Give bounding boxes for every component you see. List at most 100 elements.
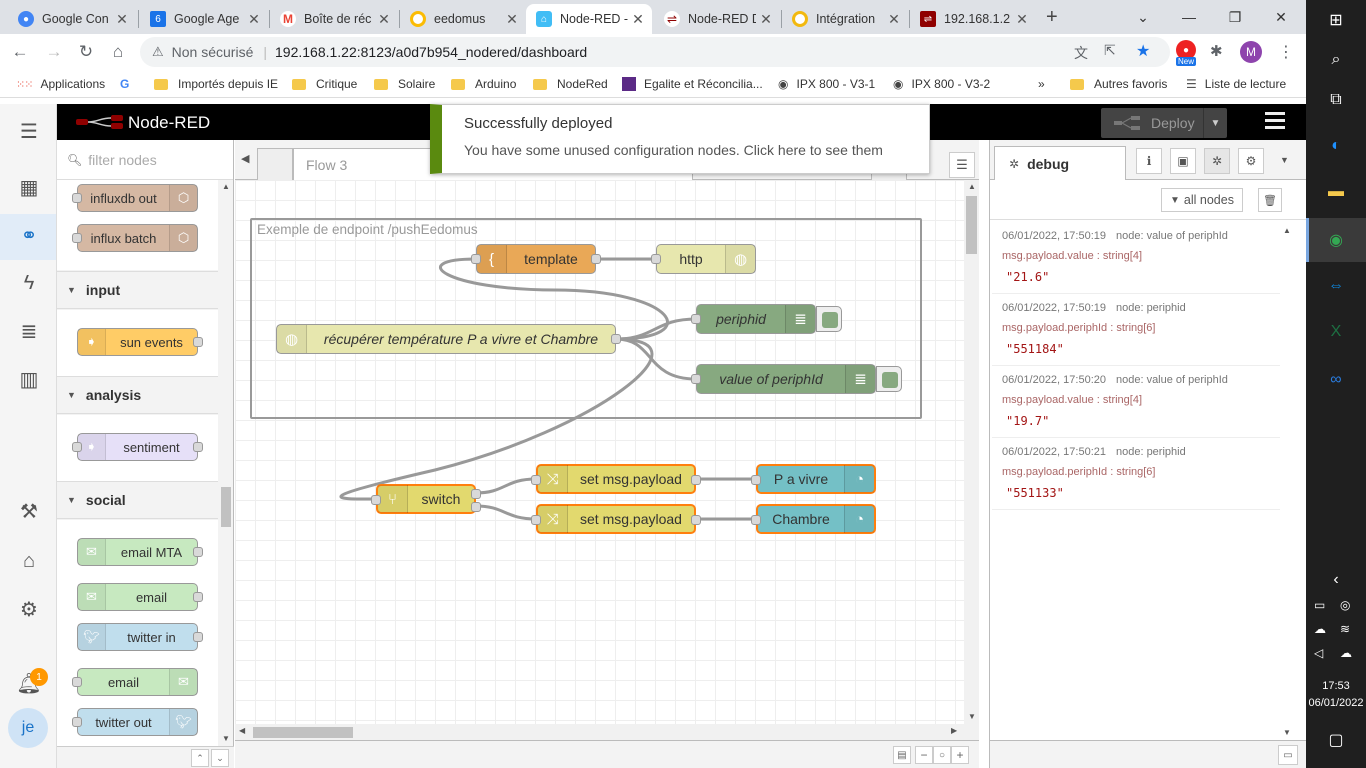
back-icon[interactable]: ←: [8, 40, 32, 64]
close-tab-icon[interactable]: ✕: [374, 11, 394, 28]
palette-scrollbar[interactable]: ▲ ▼: [218, 180, 233, 746]
palette-node-twitter-in[interactable]: 🐦︎ twitter in: [77, 623, 203, 651]
battery-icon[interactable]: ▭: [1314, 598, 1325, 612]
scroll-tabs-left-icon[interactable]: ◀: [241, 152, 249, 165]
history-chart-icon[interactable]: ▥: [16, 366, 42, 392]
sidebar-menu-caret-icon[interactable]: ▼: [1280, 155, 1289, 165]
node-gauge-pavivre[interactable]: P a vivre ◔: [751, 464, 876, 494]
energy-bolt-icon[interactable]: ϟ: [16, 270, 42, 296]
canvas-vertical-scrollbar[interactable]: ▲ ▼: [964, 180, 979, 724]
google-icon[interactable]: G: [120, 76, 129, 92]
camera-icon[interactable]: ◎: [1340, 598, 1350, 612]
supervisor-icon[interactable]: ⌂: [16, 548, 42, 574]
bookmark-apps[interactable]: ⁙⁙ Applications: [16, 76, 105, 92]
settings-gear-icon[interactable]: ⚙: [16, 596, 42, 622]
clock-date[interactable]: 06/01/2022: [1306, 697, 1366, 709]
palette-node-email-in[interactable]: ✉ email: [77, 583, 203, 611]
wifi-icon[interactable]: ≋: [1340, 622, 1350, 636]
new-tab-button[interactable]: +: [1046, 6, 1058, 29]
clear-trash-icon[interactable]: 🗑︎: [1258, 188, 1282, 212]
bookmark-folder[interactable]: Solaire: [374, 76, 435, 92]
browser-tab[interactable]: eedomus ✕: [400, 4, 526, 34]
category-input[interactable]: ▼ input: [57, 271, 218, 309]
zoom-reset-icon[interactable]: ○: [933, 746, 951, 764]
clock-time[interactable]: 17:53: [1306, 680, 1366, 692]
map-icon[interactable]: ▤: [893, 746, 911, 764]
node-switch[interactable]: ⑂ switch: [371, 484, 481, 514]
close-tab-icon[interactable]: ✕: [884, 11, 904, 28]
scroll-up-icon[interactable]: ▲: [222, 182, 230, 191]
info-icon[interactable]: ℹ: [1136, 148, 1162, 174]
expand-all-icon[interactable]: ⌄: [211, 749, 229, 767]
palette-scroll-thumb[interactable]: [221, 487, 231, 527]
restore-icon[interactable]: ❐: [1212, 0, 1258, 34]
node-gauge-chambre[interactable]: Chambre ◔: [751, 504, 876, 534]
debug-bug-icon[interactable]: ✲: [1204, 148, 1230, 174]
debug-message[interactable]: 06/01/2022, 17:50:20 node: value of perip…: [992, 366, 1280, 438]
user-avatar[interactable]: je: [8, 708, 48, 748]
tab-debug[interactable]: ✲ debug: [994, 146, 1126, 180]
extensions-puzzle-icon[interactable]: ✱: [1210, 42, 1223, 60]
search-icon[interactable]: ⌕: [1324, 48, 1348, 72]
file-explorer-icon[interactable]: ▬: [1324, 180, 1348, 204]
browser-tab[interactable]: ⇌ Node-RED D ✕: [654, 4, 780, 34]
close-window-icon[interactable]: ✕: [1258, 0, 1304, 34]
workspace-tab[interactable]: [257, 148, 293, 180]
reload-icon[interactable]: ↻: [74, 40, 98, 64]
bookmark-folder[interactable]: NodeRed: [533, 76, 608, 92]
tab-search-icon[interactable]: ⌄: [1120, 0, 1166, 34]
node-template[interactable]: { template: [471, 244, 601, 274]
browser-tab[interactable]: M Boîte de réc ✕: [270, 4, 398, 34]
node-debug-value[interactable]: value of periphId ≣: [691, 364, 876, 394]
deploy-options-caret[interactable]: ▼: [1203, 108, 1227, 138]
palette-node-email-out[interactable]: email ✉: [72, 668, 198, 696]
share-icon[interactable]: ⇱: [1104, 42, 1116, 59]
browser-tab[interactable]: Intégration ✕: [782, 4, 908, 34]
canvas-horizontal-scrollbar[interactable]: ◀ ▶: [235, 724, 979, 740]
developer-tools-icon[interactable]: ⚒: [16, 498, 42, 524]
close-tab-icon[interactable]: ✕: [244, 11, 264, 28]
palette-node-influxdb-out[interactable]: influxdb out ⬡: [72, 184, 198, 212]
browser-tab[interactable]: ● Google Con ✕: [8, 4, 136, 34]
bookmark-link[interactable]: ◉ IPX 800 - V3-2: [893, 76, 990, 92]
excel-icon[interactable]: X: [1324, 320, 1348, 344]
edge-icon[interactable]: ◐: [1324, 134, 1348, 158]
palette-node-influx-batch[interactable]: influx batch ⬡: [72, 224, 198, 252]
chrome-menu-icon[interactable]: ⋮: [1278, 42, 1294, 62]
minimize-icon[interactable]: —: [1166, 0, 1212, 34]
reading-list[interactable]: ☰ Liste de lecture: [1186, 76, 1286, 92]
category-social[interactable]: ▼ social: [57, 481, 218, 519]
bookmark-folder[interactable]: Importés depuis IE: [154, 76, 278, 92]
browser-tab[interactable]: 6 Google Age ✕: [140, 4, 268, 34]
node-http-response[interactable]: http ◍: [651, 244, 756, 274]
zoom-in-icon[interactable]: +: [951, 746, 969, 764]
node-change-2[interactable]: ⤨ set msg.payload: [531, 504, 701, 534]
task-view-icon[interactable]: ⧉: [1324, 88, 1348, 112]
close-tab-icon[interactable]: ✕: [1012, 11, 1032, 28]
address-bar[interactable]: ⚠ Non sécurisé | 192.168.1.22:8123/a0d7b…: [140, 37, 1170, 67]
zoom-out-icon[interactable]: −: [915, 746, 933, 764]
collapse-all-icon[interactable]: ⌃: [191, 749, 209, 767]
overview-icon[interactable]: ▦: [16, 174, 42, 200]
chevron-left-icon[interactable]: ‹: [1324, 568, 1348, 592]
scroll-down-icon[interactable]: ▼: [222, 734, 230, 743]
volume-icon[interactable]: ◁: [1314, 646, 1323, 660]
debug-message[interactable]: 06/01/2022, 17:50:19 node: value of perip…: [992, 222, 1280, 294]
palette-node-sun-events[interactable]: ➧ sun events: [77, 328, 203, 356]
palette-node-twitter-out[interactable]: twitter out 🐦︎: [72, 708, 198, 736]
bookmark-folder[interactable]: Autres favoris: [1070, 76, 1167, 92]
chrome-icon[interactable]: ◉: [1324, 228, 1348, 252]
windows-start-icon[interactable]: ⊞: [1324, 8, 1348, 32]
palette-node-sentiment[interactable]: ➧ sentiment: [72, 433, 203, 461]
cloud-upload-icon[interactable]: ☁: [1340, 646, 1352, 660]
node-http-in[interactable]: ◍ récupérer température P a vivre et Cha…: [276, 324, 621, 354]
debug-toggle-button[interactable]: [876, 366, 902, 392]
all-nodes-filter-button[interactable]: ▼ all nodes: [1161, 188, 1243, 212]
debug-message[interactable]: 06/01/2022, 17:50:21 node: periphid msg.p…: [992, 438, 1280, 510]
logbook-icon[interactable]: ≣: [16, 318, 42, 344]
filter-nodes-input[interactable]: 🔍︎ filter nodes: [57, 140, 233, 180]
close-tab-icon[interactable]: ✕: [502, 11, 522, 28]
forward-icon[interactable]: →: [42, 40, 66, 64]
bookmark-link[interactable]: Egalite et Réconcilia...: [622, 76, 763, 92]
nodered-rail-icon[interactable]: ⚭: [16, 222, 42, 248]
